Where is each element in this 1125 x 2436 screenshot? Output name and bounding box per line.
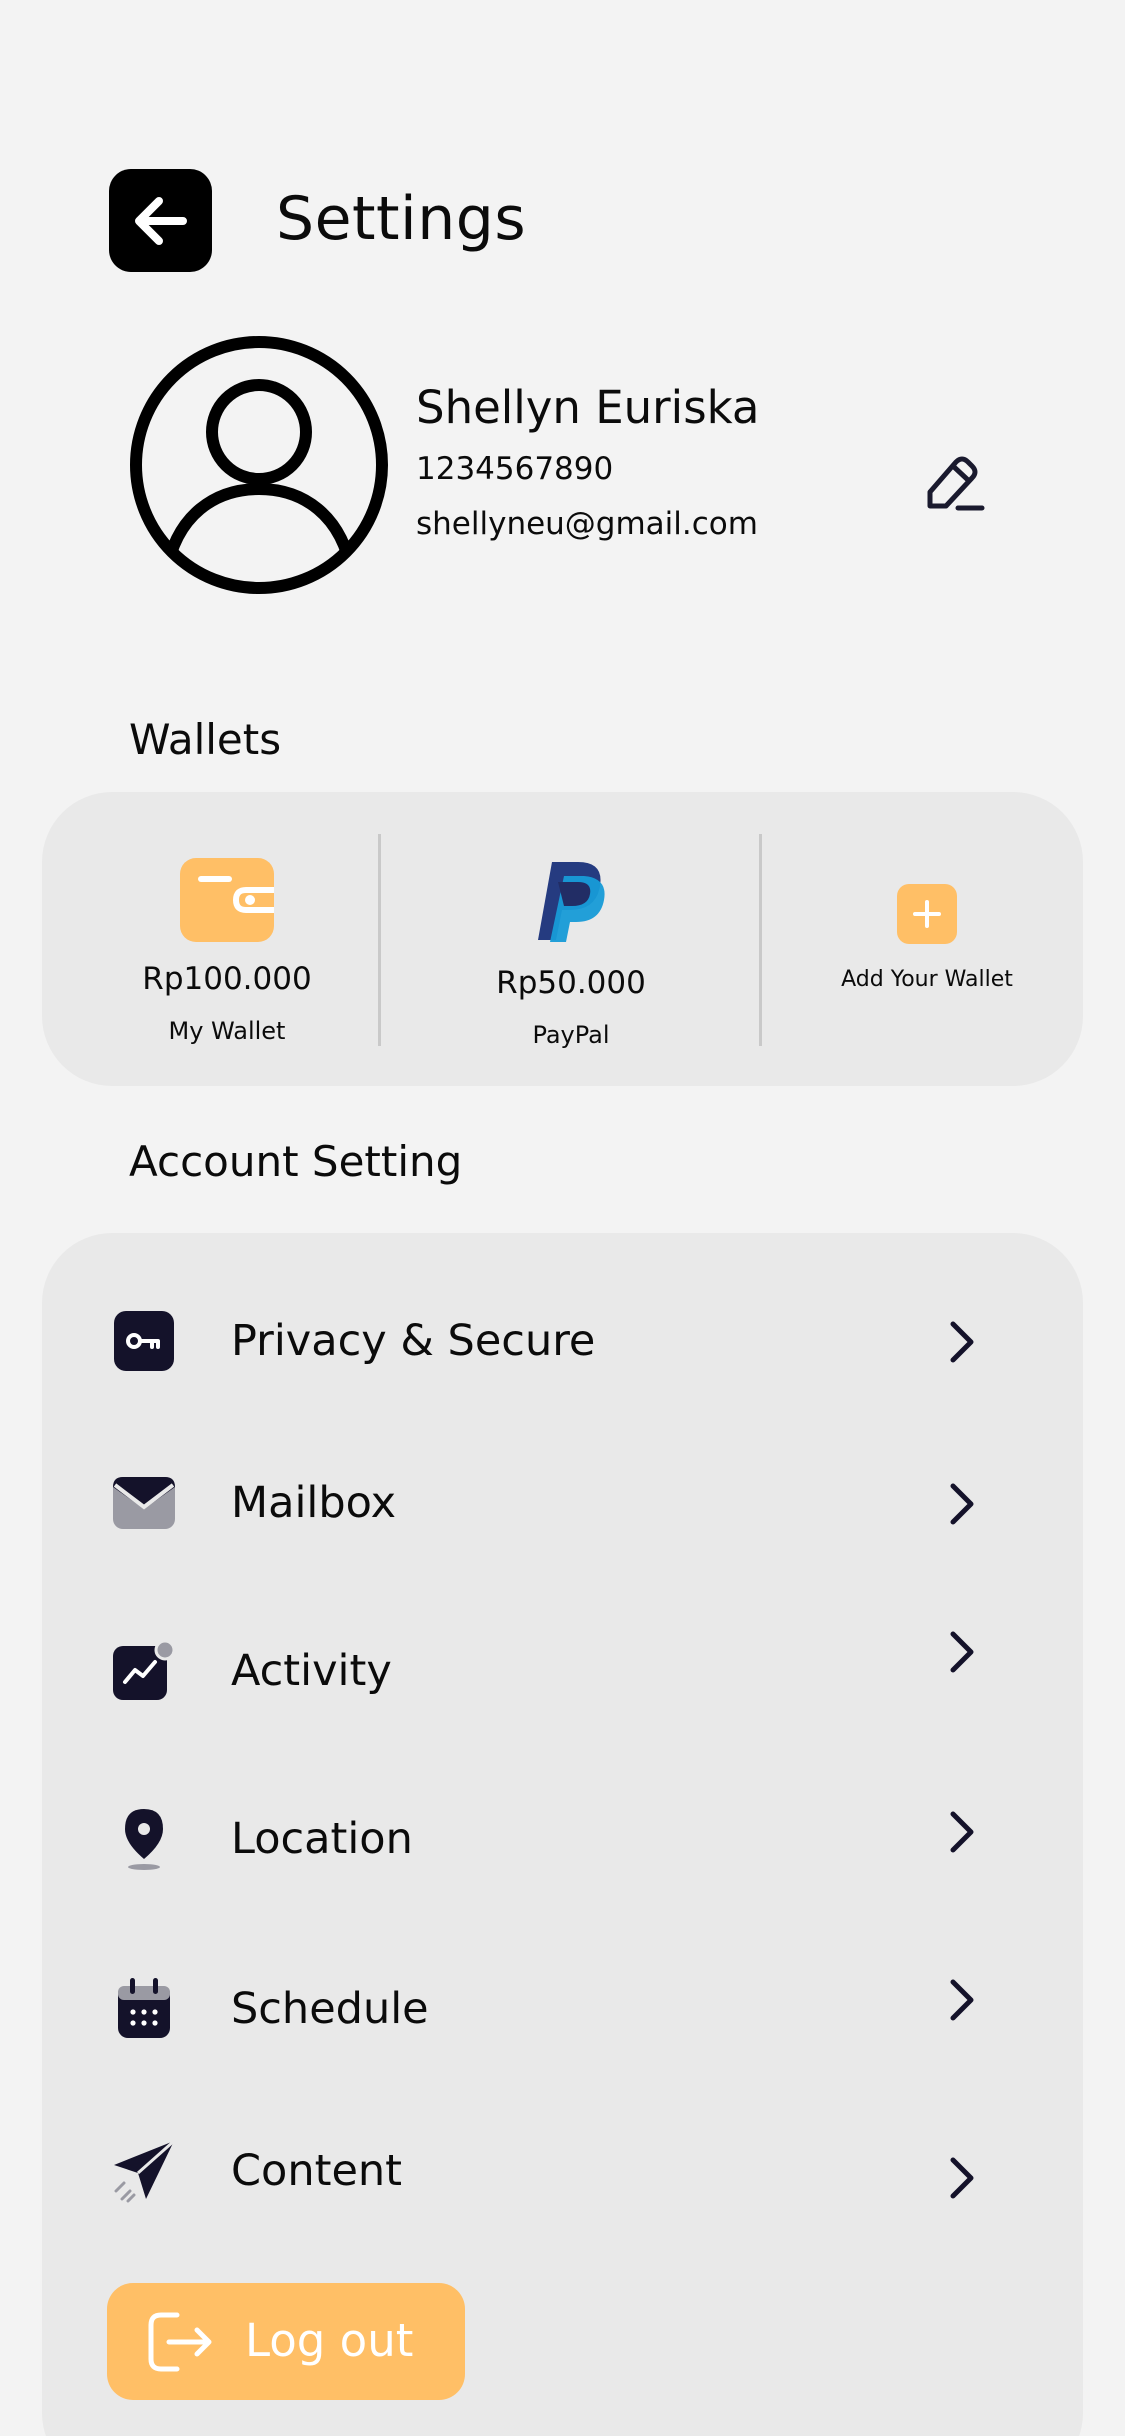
- location-pin-icon: [112, 1807, 176, 1871]
- logout-icon: [148, 2312, 212, 2372]
- setting-label: Schedule: [231, 1984, 429, 2034]
- wallets-section-title: Wallets: [129, 715, 282, 764]
- logout-button[interactable]: Log out: [107, 2283, 465, 2400]
- wallet-label: PayPal: [532, 1021, 610, 1049]
- chevron-right-icon: [942, 1315, 982, 1369]
- profile-name: Shellyn Euriska: [416, 381, 760, 434]
- chevron-right-icon: [942, 1477, 982, 1531]
- chevron-right-icon: [942, 1973, 982, 2027]
- page-title: Settings: [276, 184, 527, 254]
- wallet-amount: Rp100.000: [142, 961, 312, 997]
- setting-item-content[interactable]: Content: [42, 2117, 1083, 2227]
- setting-label: Location: [231, 1814, 413, 1864]
- wallet-item-my-wallet[interactable]: Rp100.000 My Wallet: [102, 792, 352, 1086]
- chevron-right-icon: [942, 2151, 982, 2205]
- add-wallet-label: Add Your Wallet: [841, 967, 1013, 992]
- chevron-right-icon: [942, 1805, 982, 1859]
- logout-label: Log out: [245, 2314, 414, 2367]
- setting-item-location[interactable]: Location: [42, 1785, 1083, 1895]
- calendar-icon: [112, 1977, 176, 2041]
- avatar-icon: [130, 336, 388, 594]
- arrow-left-icon: [134, 196, 187, 245]
- setting-item-mailbox[interactable]: Mailbox: [42, 1449, 1083, 1559]
- chevron-right-icon: [942, 1625, 982, 1679]
- wallet-label: My Wallet: [168, 1017, 286, 1045]
- edit-profile-button[interactable]: [918, 448, 988, 518]
- account-settings-card: Privacy & Secure Mailbox Activity Locati…: [42, 1233, 1083, 2436]
- mail-icon: [112, 1471, 176, 1535]
- profile-email: shellyneu@gmail.com: [416, 506, 758, 542]
- setting-label: Content: [231, 2146, 403, 2196]
- setting-item-privacy[interactable]: Privacy & Secure: [42, 1287, 1083, 1397]
- pencil-icon: [927, 456, 985, 511]
- setting-item-activity[interactable]: Activity: [42, 1617, 1083, 1727]
- wallet-divider: [378, 834, 381, 1046]
- wallet-icon: [180, 858, 274, 942]
- activity-icon: [112, 1639, 176, 1703]
- wallet-item-paypal[interactable]: Rp50.000 PayPal: [446, 792, 696, 1086]
- add-wallet-button[interactable]: Add Your Wallet: [812, 792, 1042, 1086]
- paypal-icon: [538, 862, 605, 942]
- paper-plane-icon: [112, 2139, 176, 2203]
- wallet-amount: Rp50.000: [496, 965, 646, 1001]
- setting-label: Privacy & Secure: [231, 1316, 596, 1366]
- profile-phone: 1234567890: [416, 451, 614, 487]
- plus-icon: [897, 884, 957, 944]
- key-icon: [112, 1309, 176, 1373]
- wallet-divider: [759, 834, 762, 1046]
- setting-item-schedule[interactable]: Schedule: [42, 1955, 1083, 2065]
- setting-label: Activity: [231, 1646, 392, 1696]
- settings-screen: Settings Shellyn Euriska 1234567890 shel…: [0, 0, 1125, 2436]
- account-section-title: Account Setting: [129, 1137, 463, 1186]
- wallets-card: Rp100.000 My Wallet Rp50.000 PayPal Add …: [42, 792, 1083, 1086]
- back-button[interactable]: [109, 169, 212, 272]
- setting-label: Mailbox: [231, 1478, 397, 1528]
